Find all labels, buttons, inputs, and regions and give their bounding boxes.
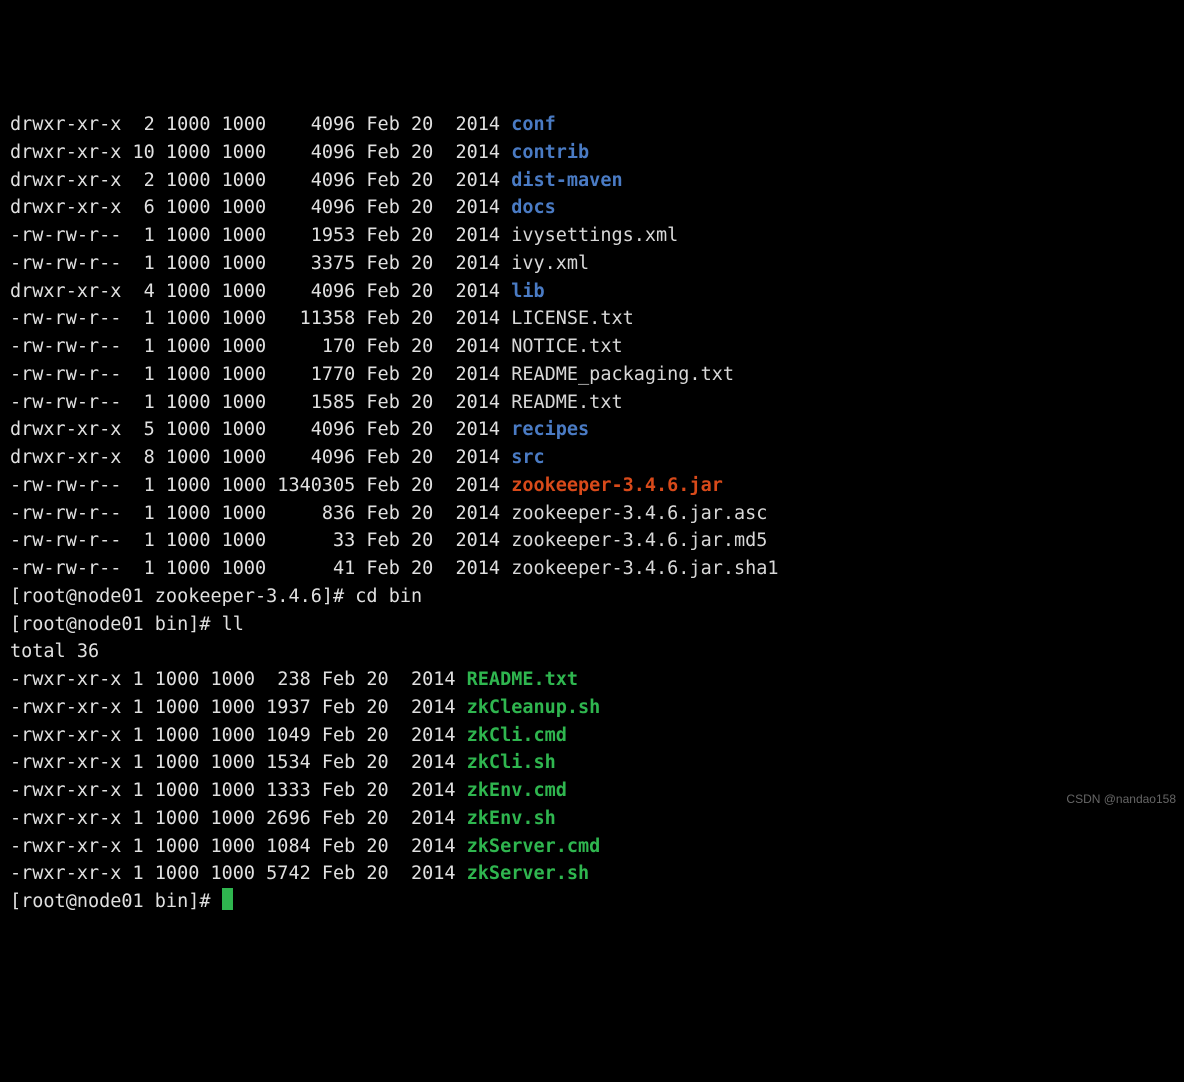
file-entry: -rw-rw-r-- 1 1000 1000 33 Feb 20 2014 zo… <box>10 527 1184 555</box>
file-entry: -rw-rw-r-- 1 1000 1000 170 Feb 20 2014 N… <box>10 333 1184 361</box>
file-name: zookeeper-3.4.6.jar <box>511 475 723 496</box>
prompt-line[interactable]: [root@node01 bin]# <box>10 888 1184 916</box>
file-entry: -rw-rw-r-- 1 1000 1000 1953 Feb 20 2014 … <box>10 222 1184 250</box>
file-name: lib <box>511 281 544 302</box>
file-name: conf <box>511 114 556 135</box>
file-entry: -rw-rw-r-- 1 1000 1000 41 Feb 20 2014 zo… <box>10 555 1184 583</box>
prompt-line: [root@node01 bin]# ll <box>10 611 1184 639</box>
file-name: ivy.xml <box>511 253 589 274</box>
file-entry: -rwxr-xr-x 1 1000 1000 1049 Feb 20 2014 … <box>10 722 1184 750</box>
file-name: README.txt <box>467 669 578 690</box>
file-entry: drwxr-xr-x 5 1000 1000 4096 Feb 20 2014 … <box>10 416 1184 444</box>
file-name: NOTICE.txt <box>511 336 622 357</box>
file-entry: -rw-rw-r-- 1 1000 1000 1585 Feb 20 2014 … <box>10 389 1184 417</box>
file-name: LICENSE.txt <box>511 308 634 329</box>
file-entry: -rw-rw-r-- 1 1000 1000 1770 Feb 20 2014 … <box>10 361 1184 389</box>
file-name: docs <box>511 197 556 218</box>
file-entry: -rw-rw-r-- 1 1000 1000 836 Feb 20 2014 z… <box>10 500 1184 528</box>
file-name: README_packaging.txt <box>511 364 734 385</box>
file-name: zookeeper-3.4.6.jar.md5 <box>511 530 767 551</box>
file-name: ivysettings.xml <box>511 225 678 246</box>
file-entry: -rw-rw-r-- 1 1000 1000 3375 Feb 20 2014 … <box>10 250 1184 278</box>
file-name: zkCli.sh <box>467 752 556 773</box>
file-name: zookeeper-3.4.6.jar.sha1 <box>511 558 778 579</box>
file-entry: drwxr-xr-x 2 1000 1000 4096 Feb 20 2014 … <box>10 167 1184 195</box>
file-entry: -rwxr-xr-x 1 1000 1000 238 Feb 20 2014 R… <box>10 666 1184 694</box>
file-entry: drwxr-xr-x 4 1000 1000 4096 Feb 20 2014 … <box>10 278 1184 306</box>
file-entry: -rwxr-xr-x 1 1000 1000 5742 Feb 20 2014 … <box>10 860 1184 888</box>
file-name: contrib <box>511 142 589 163</box>
file-entry: -rw-rw-r-- 1 1000 1000 11358 Feb 20 2014… <box>10 305 1184 333</box>
file-entry: -rwxr-xr-x 1 1000 1000 1084 Feb 20 2014 … <box>10 833 1184 861</box>
total-line: total 36 <box>10 638 1184 666</box>
file-entry: drwxr-xr-x 8 1000 1000 4096 Feb 20 2014 … <box>10 444 1184 472</box>
file-name: zookeeper-3.4.6.jar.asc <box>511 503 767 524</box>
terminal-output[interactable]: drwxr-xr-x 2 1000 1000 4096 Feb 20 2014 … <box>10 111 1184 916</box>
file-name: recipes <box>511 419 589 440</box>
file-entry: -rwxr-xr-x 1 1000 1000 1534 Feb 20 2014 … <box>10 749 1184 777</box>
file-name: zkEnv.sh <box>467 808 556 829</box>
file-name: zkCli.cmd <box>467 725 567 746</box>
file-entry: drwxr-xr-x 6 1000 1000 4096 Feb 20 2014 … <box>10 194 1184 222</box>
file-entry: -rwxr-xr-x 1 1000 1000 2696 Feb 20 2014 … <box>10 805 1184 833</box>
cursor <box>222 888 233 910</box>
watermark: CSDN @nandao158 <box>1066 790 1176 808</box>
file-entry: drwxr-xr-x 2 1000 1000 4096 Feb 20 2014 … <box>10 111 1184 139</box>
file-name: zkEnv.cmd <box>467 780 567 801</box>
file-name: zkServer.sh <box>467 863 590 884</box>
file-name: src <box>511 447 544 468</box>
file-entry: -rwxr-xr-x 1 1000 1000 1333 Feb 20 2014 … <box>10 777 1184 805</box>
file-name: README.txt <box>511 392 622 413</box>
file-name: zkCleanup.sh <box>467 697 601 718</box>
file-entry: -rw-rw-r-- 1 1000 1000 1340305 Feb 20 20… <box>10 472 1184 500</box>
file-name: dist-maven <box>511 170 622 191</box>
prompt-line: [root@node01 zookeeper-3.4.6]# cd bin <box>10 583 1184 611</box>
file-entry: drwxr-xr-x 10 1000 1000 4096 Feb 20 2014… <box>10 139 1184 167</box>
file-entry: -rwxr-xr-x 1 1000 1000 1937 Feb 20 2014 … <box>10 694 1184 722</box>
file-name: zkServer.cmd <box>467 836 601 857</box>
